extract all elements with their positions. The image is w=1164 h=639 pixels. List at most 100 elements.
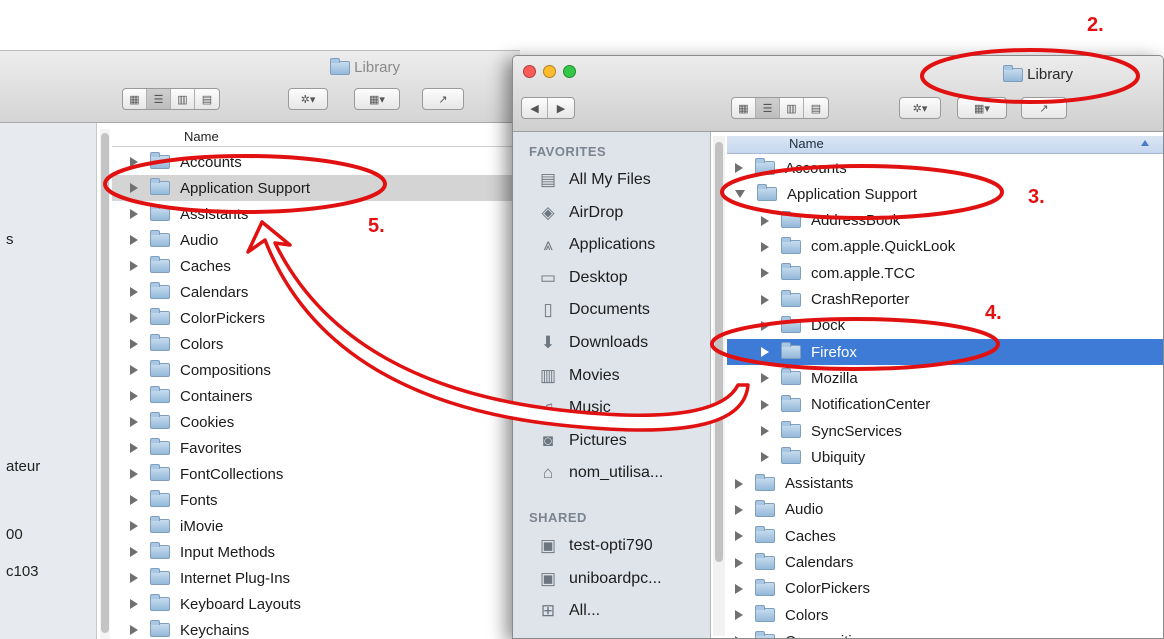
back-file-row[interactable]: Application Support <box>112 175 520 201</box>
back-file-row[interactable]: FontCollections <box>112 461 520 487</box>
disclosure-triangle-icon[interactable] <box>735 163 743 173</box>
back-file-row[interactable]: Input Methods <box>112 539 520 565</box>
sidebar-item-music[interactable]: ♫ Music <box>537 394 611 422</box>
disclosure-triangle-icon[interactable] <box>761 294 769 305</box>
disclosure-triangle-icon[interactable] <box>130 365 138 375</box>
disclosure-triangle-icon[interactable] <box>130 443 138 453</box>
sidebar-item-applications[interactable]: ⩓ Applications <box>537 231 655 259</box>
back-file-row[interactable]: Compositions <box>112 357 520 383</box>
front-file-row[interactable]: CrashReporter <box>727 287 1163 313</box>
disclosure-triangle-icon[interactable] <box>761 426 769 436</box>
back-sidebar-fragment[interactable]: s <box>6 231 14 248</box>
sidebar-item-test-opti790[interactable]: ▣ test-opti790 <box>537 532 653 560</box>
disclosure-triangle-icon[interactable] <box>130 183 138 193</box>
sidebar-item-all[interactable]: ⊞ All... <box>537 597 600 625</box>
disclosure-triangle-icon[interactable] <box>735 478 743 489</box>
column-view-icon[interactable]: ▥ <box>171 89 195 109</box>
front-file-row[interactable]: Dock <box>727 313 1163 339</box>
back-file-row[interactable]: Keychains <box>112 617 520 639</box>
front-file-row[interactable]: NotificationCenter <box>727 392 1163 418</box>
disclosure-triangle-icon[interactable] <box>130 287 138 297</box>
front-share-button[interactable]: ↗ <box>1021 97 1067 119</box>
close-window-button[interactable] <box>523 65 536 78</box>
front-file-row[interactable]: ColorPickers <box>727 576 1163 602</box>
disclosure-triangle-icon[interactable] <box>130 313 138 323</box>
minimize-window-button[interactable] <box>543 65 556 78</box>
sidebar-item-all-my-files[interactable]: ▤ All My Files <box>537 166 651 194</box>
back-file-row[interactable]: Containers <box>112 383 520 409</box>
back-file-row[interactable]: Keyboard Layouts <box>112 591 520 617</box>
front-file-row[interactable]: Mozilla <box>727 365 1163 391</box>
disclosure-triangle-icon[interactable] <box>130 417 138 427</box>
icon-view-icon[interactable]: ▦ <box>732 98 756 118</box>
sidebar-item-pictures[interactable]: ◙ Pictures <box>537 427 627 455</box>
disclosure-triangle-icon[interactable] <box>130 521 138 531</box>
back-forward-buttons[interactable]: ◀ ▶ <box>521 97 575 119</box>
front-file-row[interactable]: Application Support <box>727 181 1163 207</box>
sidebar-item-desktop[interactable]: ▭ Desktop <box>537 264 628 292</box>
disclosure-triangle-icon[interactable] <box>130 157 138 167</box>
back-file-row[interactable]: Internet Plug-Ins <box>112 565 520 591</box>
disclosure-triangle-icon[interactable] <box>130 339 138 349</box>
sidebar-item-movies[interactable]: ▥ Movies <box>537 362 620 390</box>
disclosure-triangle-icon[interactable] <box>735 557 743 568</box>
back-file-row[interactable]: Calendars <box>112 279 520 305</box>
sidebar-item-documents[interactable]: ▯ Documents <box>537 296 650 324</box>
disclosure-triangle-icon[interactable] <box>761 215 769 226</box>
disclosure-triangle-icon[interactable] <box>130 209 138 219</box>
coverflow-view-icon[interactable]: ▤ <box>804 98 828 118</box>
disclosure-triangle-icon[interactable] <box>130 235 138 245</box>
back-share-button[interactable]: ↗ <box>422 88 464 110</box>
back-file-row[interactable]: Caches <box>112 253 520 279</box>
front-file-row[interactable]: Ubiquity <box>727 444 1163 470</box>
coverflow-view-icon[interactable]: ▤ <box>195 89 219 109</box>
back-file-row[interactable]: Colors <box>112 331 520 357</box>
column-view-icon[interactable]: ▥ <box>780 98 804 118</box>
back-file-row[interactable]: Accounts <box>112 149 520 175</box>
back-view-switcher[interactable]: ▦ ☰ ▥ ▤ <box>122 88 220 110</box>
back-file-row[interactable]: Cookies <box>112 409 520 435</box>
disclosure-triangle-icon[interactable] <box>130 625 138 635</box>
back-action-button[interactable]: ✲▾ <box>288 88 328 110</box>
zoom-window-button[interactable] <box>563 65 576 78</box>
back-sidebar-fragment[interactable]: c103 <box>6 563 39 580</box>
back-scrollbar[interactable] <box>100 129 110 639</box>
disclosure-triangle-icon[interactable] <box>735 610 743 621</box>
back-file-row[interactable]: Assistants <box>112 201 520 227</box>
disclosure-triangle-icon[interactable] <box>761 268 769 279</box>
front-file-row[interactable]: Assistants <box>727 471 1163 497</box>
back-scroll-thumb[interactable] <box>101 133 109 633</box>
disclosure-triangle-icon[interactable] <box>130 547 138 557</box>
front-file-row[interactable]: SyncServices <box>727 418 1163 444</box>
front-file-row[interactable]: Caches <box>727 523 1163 549</box>
back-file-row[interactable]: Favorites <box>112 435 520 461</box>
front-scrollbar[interactable] <box>713 136 725 636</box>
sidebar-item-uniboardpc[interactable]: ▣ uniboardpc... <box>537 565 662 593</box>
front-file-row[interactable]: com.apple.TCC <box>727 260 1163 286</box>
front-file-row[interactable]: com.apple.QuickLook <box>727 234 1163 260</box>
disclosure-triangle-icon[interactable] <box>130 391 138 401</box>
disclosure-triangle-icon[interactable] <box>761 320 769 331</box>
disclosure-triangle-icon[interactable] <box>735 504 743 515</box>
back-file-row[interactable]: ColorPickers <box>112 305 520 331</box>
sidebar-item-downloads[interactable]: ⬇ Downloads <box>537 329 648 357</box>
sidebar-item-airdrop[interactable]: ◈ AirDrop <box>537 199 623 227</box>
disclosure-triangle-icon[interactable] <box>761 399 769 410</box>
back-sidebar-fragment[interactable]: ateur <box>6 458 40 475</box>
disclosure-triangle-icon[interactable] <box>735 583 743 594</box>
front-file-row[interactable]: Audio <box>727 497 1163 523</box>
disclosure-triangle-icon[interactable] <box>761 373 769 384</box>
disclosure-triangle-icon[interactable] <box>735 190 745 199</box>
back-file-row[interactable]: Fonts <box>112 487 520 513</box>
back-name-column-header[interactable]: Name <box>112 129 520 147</box>
disclosure-triangle-icon[interactable] <box>761 452 769 463</box>
disclosure-triangle-icon[interactable] <box>130 495 138 505</box>
disclosure-triangle-icon[interactable] <box>735 531 743 542</box>
disclosure-triangle-icon[interactable] <box>761 241 769 252</box>
disclosure-triangle-icon[interactable] <box>130 599 138 609</box>
front-action-button[interactable]: ✲▾ <box>899 97 941 119</box>
front-arrange-button[interactable]: ▦▾ <box>957 97 1007 119</box>
front-name-column-header[interactable]: Name <box>727 136 1163 154</box>
disclosure-triangle-icon[interactable] <box>130 573 138 583</box>
list-view-icon[interactable]: ☰ <box>147 89 171 109</box>
